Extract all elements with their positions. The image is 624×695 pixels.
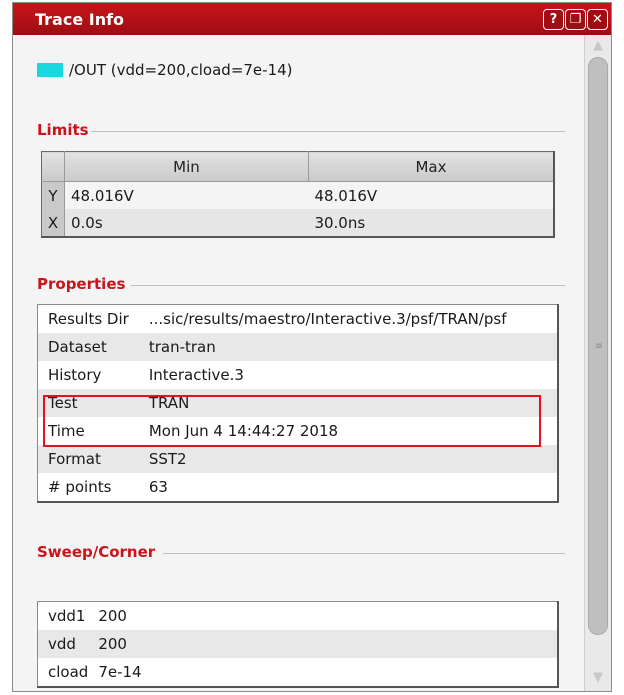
scroll-up-icon[interactable]: ▲: [589, 37, 607, 55]
y-max-value: 48.016V: [314, 186, 378, 205]
trace-info-window: Trace Info ? ❐ ✕ /OUT (vdd=200,cload=7e-…: [12, 2, 612, 692]
window-title: Trace Info: [35, 10, 125, 29]
table-row: History Interactive.3: [38, 361, 559, 389]
property-value: SST2: [138, 445, 558, 473]
sweep-heading: Sweep/Corner: [37, 543, 156, 561]
table-row: X 0.0s 30.0ns: [41, 209, 554, 237]
table-row: Results Dir ...sic/results/maestro/Inter…: [38, 305, 559, 334]
row-header-x: X: [41, 209, 65, 237]
table-row: cload 7e-14: [38, 658, 559, 687]
table-row: vdd1 200: [38, 602, 559, 631]
sweep-key: vdd: [37, 630, 89, 658]
table-row: # points 63: [38, 473, 559, 502]
table-row: vdd 200: [37, 630, 558, 658]
property-key: Dataset: [37, 333, 139, 361]
table-row: Dataset tran-tran: [37, 333, 558, 361]
table-row: Y 48.016V 48.016V: [41, 181, 555, 209]
sweep-divider: [163, 553, 565, 554]
grip-icon: ≡: [594, 341, 604, 352]
sweep-value: 7e-14: [98, 663, 142, 681]
properties-heading: Properties: [37, 275, 126, 293]
sweep-key: cload: [48, 663, 89, 681]
property-key: # points: [48, 478, 112, 496]
sweep-value: 200: [88, 630, 558, 658]
limits-table: Min Max Y 48.016V 48.016V X 0.0s 30.0ns: [41, 151, 555, 238]
property-value: Interactive.3: [148, 366, 244, 384]
limits-max-header[interactable]: Max: [308, 151, 555, 182]
property-value: tran-tran: [138, 333, 558, 361]
limits-heading: Limits: [37, 121, 89, 139]
row-header-y: Y: [41, 181, 65, 209]
content-panel: /OUT (vdd=200,cload=7e-14) Limits Min Ma…: [13, 35, 585, 691]
trace-label: /OUT (vdd=200,cload=7e-14): [69, 61, 293, 79]
property-key: Format: [37, 445, 139, 473]
sweep-key: vdd1: [48, 607, 86, 625]
table-row: Format SST2: [37, 445, 558, 473]
property-key: Results Dir: [48, 310, 129, 328]
property-value: ...sic/results/maestro/Interactive.3/psf…: [148, 310, 507, 328]
properties-divider: [131, 285, 565, 286]
highlight-box: [43, 395, 541, 447]
x-max-value: 30.0ns: [308, 209, 554, 237]
scrollbar-thumb[interactable]: ≡: [588, 57, 608, 635]
scroll-down-icon[interactable]: ▼: [589, 669, 607, 687]
sweep-value: 200: [98, 607, 127, 625]
close-icon[interactable]: ✕: [587, 9, 608, 30]
limits-min-header[interactable]: Min: [64, 151, 309, 182]
limits-corner-header: [41, 151, 65, 182]
restore-icon[interactable]: ❐: [565, 9, 586, 30]
sweep-table: vdd1 200 vdd 200 cload 7e-14: [37, 601, 559, 688]
property-key: History: [48, 366, 102, 384]
property-value: 63: [148, 478, 168, 496]
trace-color-swatch: [37, 63, 63, 77]
help-icon[interactable]: ?: [543, 9, 564, 30]
x-min-value: 0.0s: [64, 209, 309, 237]
limits-divider: [91, 131, 565, 132]
title-bar[interactable]: Trace Info ? ❐ ✕: [13, 3, 611, 35]
vertical-scrollbar[interactable]: ▲ ≡ ▼: [584, 35, 611, 691]
y-min-value: 48.016V: [71, 186, 134, 205]
trace-label-row: /OUT (vdd=200,cload=7e-14): [37, 61, 293, 79]
